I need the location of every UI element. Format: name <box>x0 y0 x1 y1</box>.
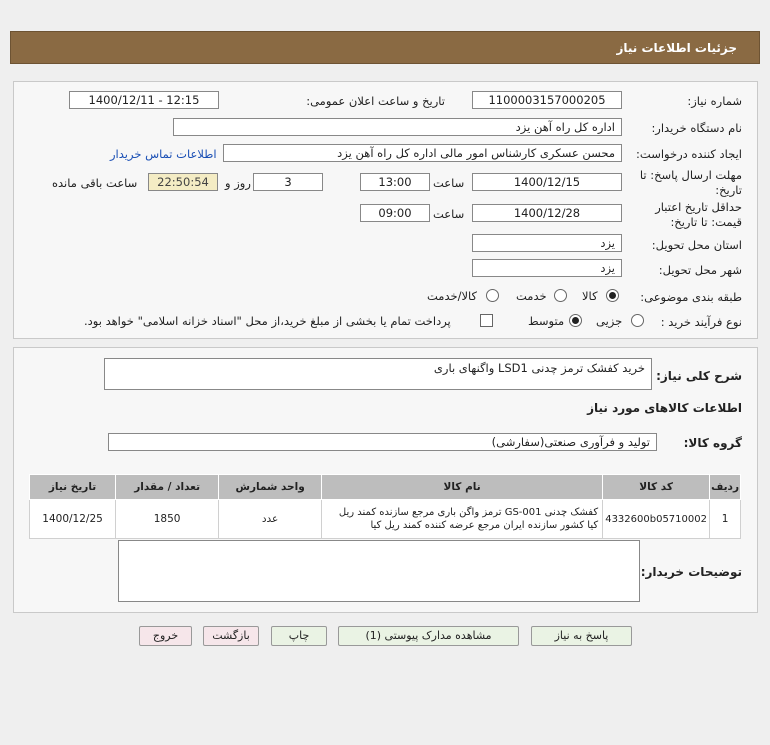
need-number-label: شماره نیاز: <box>687 94 742 108</box>
row-name-line-1: کفشک چدنی GS-001 ترمز واگن باری مرجع ساز… <box>338 507 599 518</box>
announce-label: تاریخ و ساعت اعلان عمومی: <box>306 94 445 108</box>
category-radio-service[interactable] <box>554 289 567 302</box>
days-label: روز و <box>225 176 251 190</box>
process-radio-minor[interactable] <box>631 314 644 327</box>
requester-field: محسن عسکری کارشناس امور مالی اداره کل را… <box>223 144 622 162</box>
row-unit: عدد <box>218 499 323 539</box>
goods-table-header: ردیف کد کالا نام کالا واحد شمارش تعداد /… <box>28 474 741 500</box>
process-option-medium: متوسط <box>528 314 565 328</box>
treasury-checkbox[interactable] <box>480 314 493 327</box>
row-code: 4332600b05710002 <box>602 499 711 539</box>
province-label: استان محل تحویل: <box>651 238 742 252</box>
need-description-field: خرید کفشک ترمز چدنی LSD1 واگنهای باری <box>104 358 652 390</box>
col-unit: واحد شمارش <box>218 474 323 500</box>
col-code: کد کالا <box>602 474 711 500</box>
table-row: 1 4332600b05710002 کفشک چدنی GS-001 ترمز… <box>28 499 741 539</box>
page-title: جزئیات اطلاعات نیاز <box>616 41 737 55</box>
col-qty: تعداد / مقدار <box>115 474 220 500</box>
validity-hour-label: ساعت <box>433 207 465 221</box>
col-date: تاریخ نیاز <box>28 474 117 500</box>
process-radio-medium[interactable] <box>569 314 582 327</box>
goods-info-title: اطلاعات کالاهای مورد نیاز <box>587 401 742 415</box>
city-label: شهر محل تحویل: <box>658 263 742 277</box>
deadline-date-field: 1400/12/15 <box>472 173 622 191</box>
buyer-contact-link[interactable]: اطلاعات تماس خریدار <box>110 147 217 161</box>
row-qty: 1850 <box>115 499 220 539</box>
payment-note: پرداخت تمام یا بخشی از مبلغ خرید،از محل … <box>84 314 451 328</box>
validity-time-field: 09:00 <box>360 204 430 222</box>
page-header: جزئیات اطلاعات نیاز <box>10 31 760 64</box>
process-label: نوع فرآیند خرید : <box>660 315 742 329</box>
exit-button[interactable]: خروج <box>139 626 192 646</box>
category-option-service: خدمت <box>516 289 547 303</box>
validity-label-1: حداقل تاریخ اعتبار <box>655 200 742 214</box>
deadline-label-1: مهلت ارسال پاسخ: تا <box>639 168 742 182</box>
province-field: یزد <box>472 234 622 252</box>
reply-button[interactable]: پاسخ به نیاز <box>531 626 632 646</box>
requester-label: ایجاد کننده درخواست: <box>636 147 742 161</box>
category-radio-goods-service[interactable] <box>486 289 499 302</box>
validity-date-field: 1400/12/28 <box>472 204 622 222</box>
buyer-notes-field <box>118 540 640 602</box>
buyer-label: نام دستگاه خریدار: <box>651 121 742 135</box>
row-date: 1400/12/25 <box>28 499 117 539</box>
category-radio-goods[interactable] <box>606 289 619 302</box>
remaining-time-field: 22:50:54 <box>148 173 218 191</box>
goods-group-label: گروه کالا: <box>683 436 742 450</box>
announce-field: 1400/12/11 - 12:15 <box>69 91 219 109</box>
row-name-line-2: کیا کشور سازنده ایران مرجع عرضه کننده کم… <box>370 520 599 531</box>
need-description-label: شرح کلی نیاز: <box>656 369 742 383</box>
row-name: کفشک چدنی GS-001 ترمز واگن باری مرجع ساز… <box>321 499 604 539</box>
col-index: ردیف <box>709 474 741 500</box>
validity-label-2: قیمت: تا تاریخ: <box>670 215 742 229</box>
row-index: 1 <box>709 499 741 539</box>
attachments-button[interactable]: مشاهده مدارک پیوستی (1) <box>338 626 519 646</box>
buyer-field: اداره کل راه آهن یزد <box>173 118 622 136</box>
remaining-label: ساعت باقی مانده <box>52 176 138 190</box>
buyer-notes-label: توضیحات خریدار: <box>640 565 742 579</box>
goods-group-field: تولید و فرآوری صنعتی(سفارشی) <box>108 433 657 451</box>
process-option-minor: جزیی <box>596 314 623 328</box>
days-field: 3 <box>253 173 323 191</box>
back-button[interactable]: بازگشت <box>203 626 259 646</box>
print-button[interactable]: چاپ <box>271 626 327 646</box>
deadline-label-2: تاریخ: <box>715 183 742 197</box>
category-option-goods: کالا <box>582 289 598 303</box>
goods-table: ردیف کد کالا نام کالا واحد شمارش تعداد /… <box>28 474 741 539</box>
deadline-hour-label: ساعت <box>433 176 465 190</box>
deadline-time-field: 13:00 <box>360 173 430 191</box>
col-name: نام کالا <box>321 474 604 500</box>
need-number-field: 1100003157000205 <box>472 91 622 109</box>
category-option-goods-service: کالا/خدمت <box>427 289 478 303</box>
city-field: یزد <box>472 259 622 277</box>
category-label: طبقه بندی موضوعی: <box>640 290 742 304</box>
